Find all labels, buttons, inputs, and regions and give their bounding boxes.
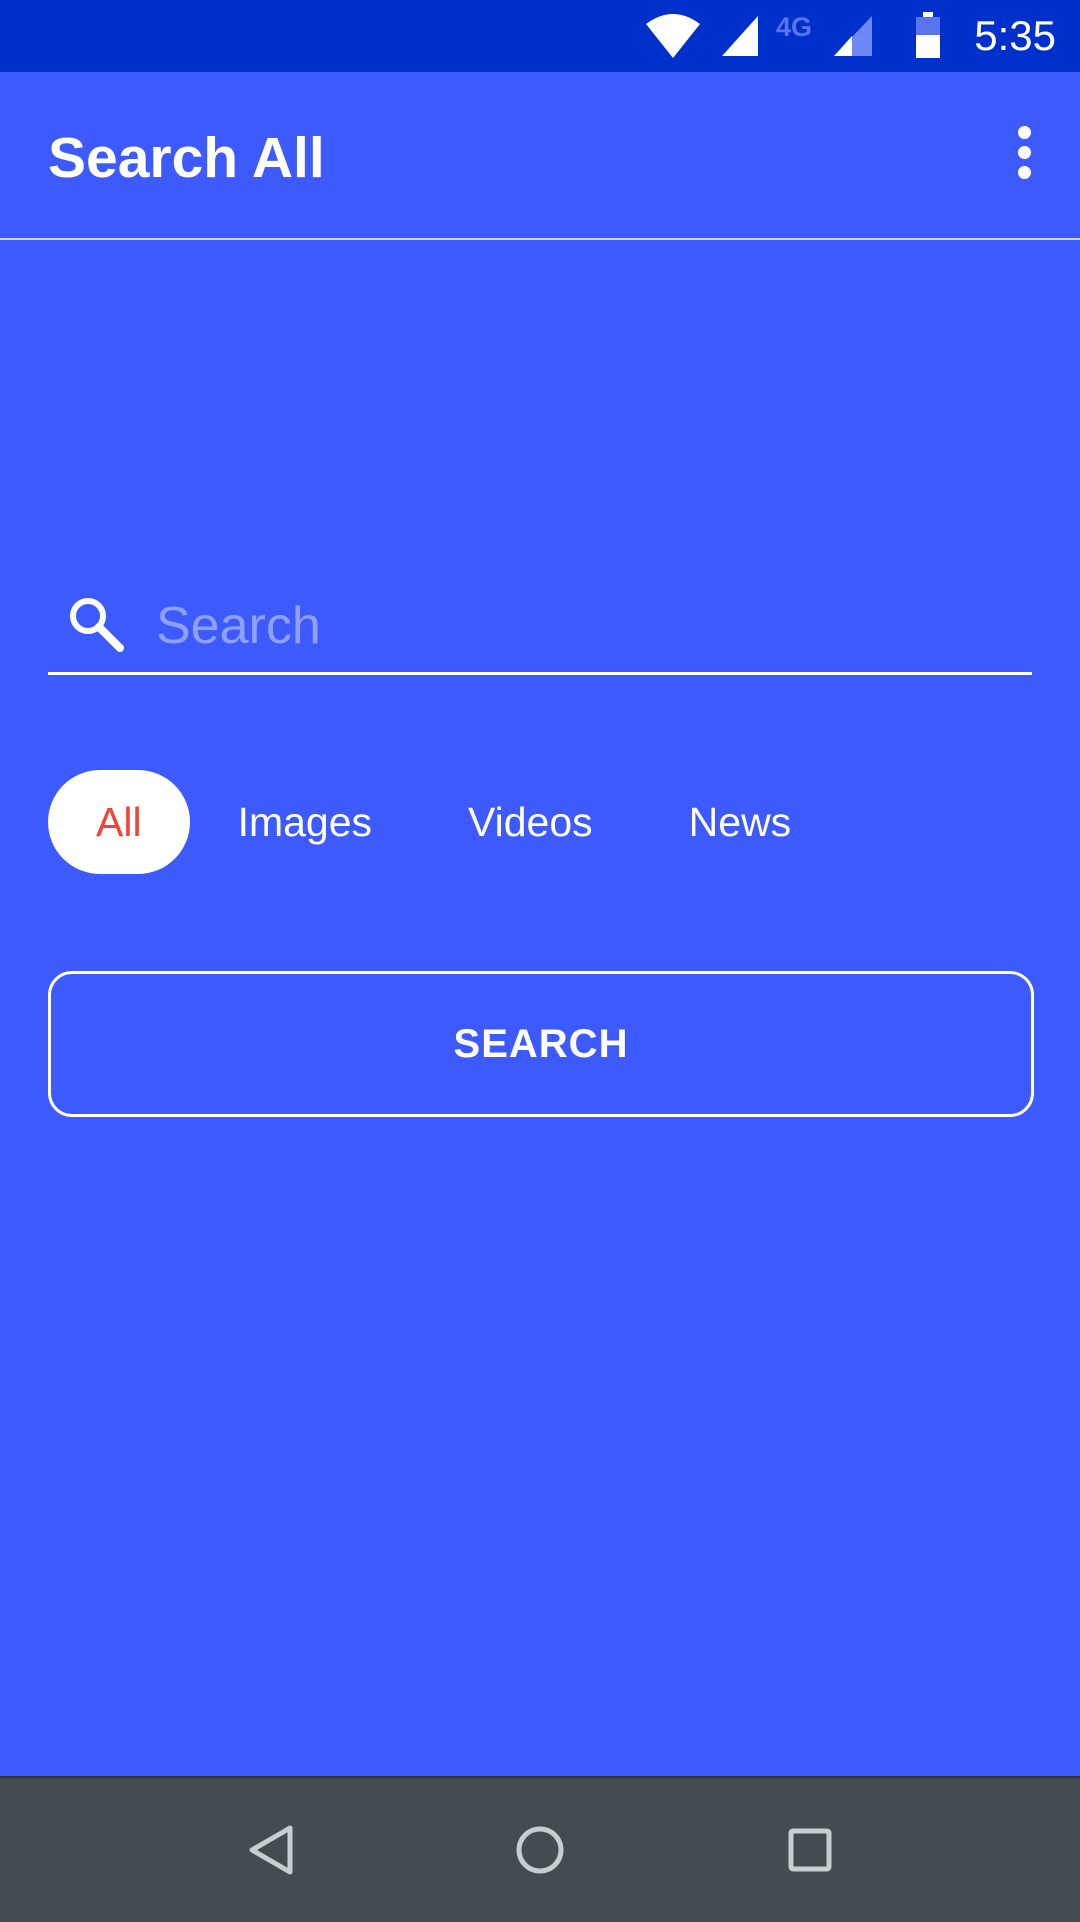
back-icon[interactable] <box>234 1814 306 1886</box>
wifi-icon <box>646 14 700 58</box>
tab-videos[interactable]: Videos <box>420 770 641 874</box>
search-field <box>48 584 1032 675</box>
home-icon[interactable] <box>504 1814 576 1886</box>
battery-icon <box>914 12 942 58</box>
recents-icon[interactable] <box>774 1814 846 1886</box>
more-vert-icon[interactable] <box>992 120 1056 184</box>
cell-signal-weak-icon <box>834 16 872 56</box>
tab-news[interactable]: News <box>641 770 840 874</box>
cell-signal-icon <box>722 16 758 56</box>
search-icon <box>66 594 126 654</box>
status-time: 5:35 <box>974 12 1056 59</box>
search-button[interactable]: SEARCH <box>48 971 1034 1117</box>
search-input[interactable] <box>156 588 1016 664</box>
tab-all[interactable]: All <box>48 770 190 874</box>
network-label: 4G <box>776 12 813 42</box>
status-bar: 4G 5:35 <box>0 0 1080 72</box>
app-bar: Search All <box>0 72 1080 240</box>
page-title: Search All <box>48 126 325 190</box>
tab-images[interactable]: Images <box>190 770 420 874</box>
navigation-bar <box>0 1776 1080 1922</box>
search-type-tabs: All Images Videos News <box>48 770 839 874</box>
